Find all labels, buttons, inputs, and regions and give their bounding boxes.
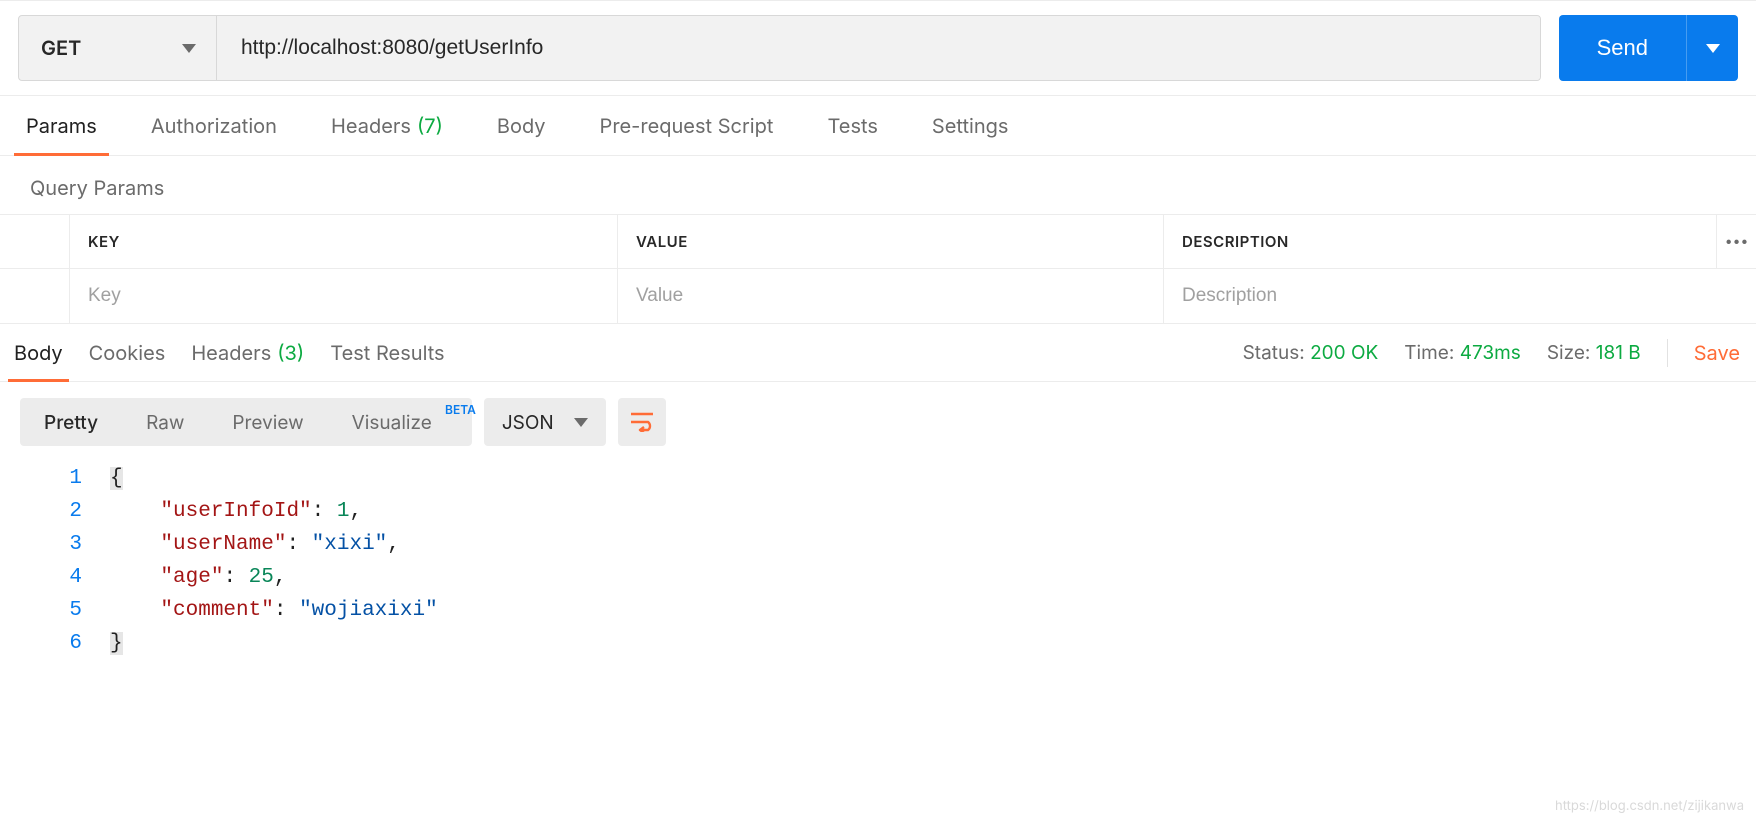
- line-number: 4: [0, 561, 82, 594]
- method-url-group: GET: [18, 15, 1541, 81]
- table-row: [0, 269, 1756, 323]
- response-body-code: { "userInfoId": 1, "userName": "xixi", "…: [110, 462, 1756, 660]
- param-description-input[interactable]: [1182, 285, 1738, 307]
- time-group: Time: 473ms: [1404, 341, 1521, 364]
- view-mode-pretty[interactable]: Pretty: [20, 398, 122, 446]
- response-tab-headers-count: (3): [277, 341, 304, 365]
- status-value: 200 OK: [1310, 341, 1378, 364]
- checkbox-cell: [0, 269, 70, 323]
- line-number-gutter: 1 2 3 4 5 6: [0, 462, 110, 660]
- tab-params[interactable]: Params: [26, 96, 97, 155]
- tab-headers[interactable]: Headers (7): [331, 96, 443, 155]
- request-tabs: Params Authorization Headers (7) Body Pr…: [0, 96, 1756, 156]
- view-mode-visualize-label: Visualize: [352, 411, 432, 434]
- request-bar: GET Send: [0, 0, 1756, 96]
- http-method-value: GET: [41, 36, 81, 60]
- size-label: Size:: [1547, 341, 1591, 364]
- checkbox-column-spacer: [0, 215, 70, 268]
- chevron-down-icon: [1706, 44, 1720, 53]
- query-params-title: Query Params: [0, 156, 1756, 214]
- param-key-input[interactable]: [88, 285, 599, 307]
- response-body-viewer[interactable]: 1 2 3 4 5 6 { "userInfoId": 1, "userName…: [0, 456, 1756, 666]
- line-number: 6: [0, 627, 82, 660]
- response-tab-test-results[interactable]: Test Results: [330, 324, 444, 381]
- tab-headers-count: (7): [417, 114, 443, 138]
- line-number: 2: [0, 495, 82, 528]
- column-header-value: VALUE: [618, 215, 1164, 268]
- status-group: Status: 200 OK: [1243, 341, 1379, 364]
- format-select[interactable]: JSON: [484, 398, 606, 446]
- response-tab-cookies[interactable]: Cookies: [89, 324, 166, 381]
- column-header-key: KEY: [70, 215, 618, 268]
- tab-authorization[interactable]: Authorization: [151, 96, 277, 155]
- http-method-select[interactable]: GET: [19, 16, 217, 80]
- response-bar: Body Cookies Headers (3) Test Results St…: [0, 324, 1756, 382]
- watermark: https://blog.csdn.net/zijikanwa: [1555, 798, 1744, 814]
- url-input[interactable]: [217, 16, 1540, 80]
- response-tab-headers-label: Headers: [191, 341, 271, 365]
- time-label: Time:: [1404, 341, 1454, 364]
- send-dropdown-button[interactable]: [1686, 15, 1738, 81]
- tab-pre-request-script[interactable]: Pre-request Script: [600, 96, 774, 155]
- wrap-lines-button[interactable]: [618, 398, 666, 446]
- chevron-down-icon: [574, 418, 588, 427]
- view-mode-preview[interactable]: Preview: [208, 398, 327, 446]
- view-mode-raw[interactable]: Raw: [122, 398, 208, 446]
- tab-body[interactable]: Body: [497, 96, 546, 155]
- response-meta: Status: 200 OK Time: 473ms Size: 181 B S…: [1243, 339, 1740, 367]
- size-value: 181 B: [1596, 341, 1641, 364]
- size-group: Size: 181 B: [1547, 341, 1641, 364]
- view-mode-group: Pretty Raw Preview Visualize BETA: [20, 398, 472, 446]
- wrap-lines-icon: [630, 412, 654, 432]
- beta-badge: BETA: [445, 402, 476, 417]
- format-select-value: JSON: [502, 411, 554, 434]
- param-value-input[interactable]: [636, 285, 1145, 307]
- chevron-down-icon: [182, 44, 196, 53]
- line-number: 5: [0, 594, 82, 627]
- time-value: 473ms: [1460, 341, 1521, 364]
- status-label: Status:: [1243, 341, 1305, 364]
- line-number: 3: [0, 528, 82, 561]
- save-response-button[interactable]: Save: [1694, 341, 1740, 365]
- tab-tests[interactable]: Tests: [827, 96, 877, 155]
- response-tab-body[interactable]: Body: [14, 324, 63, 381]
- response-tab-headers[interactable]: Headers (3): [191, 324, 304, 381]
- send-button[interactable]: Send: [1559, 15, 1686, 81]
- tab-settings[interactable]: Settings: [932, 96, 1009, 155]
- line-number: 1: [0, 462, 82, 495]
- view-mode-visualize[interactable]: Visualize BETA: [328, 398, 472, 446]
- table-header-row: KEY VALUE DESCRIPTION •••: [0, 215, 1756, 269]
- query-params-table: KEY VALUE DESCRIPTION •••: [0, 214, 1756, 324]
- send-button-group: Send: [1559, 15, 1738, 81]
- divider: [1667, 339, 1668, 367]
- response-format-bar: Pretty Raw Preview Visualize BETA JSON: [0, 382, 1756, 456]
- column-options-button[interactable]: •••: [1716, 215, 1756, 268]
- column-header-description: DESCRIPTION: [1164, 215, 1716, 268]
- tab-headers-label: Headers: [331, 114, 411, 138]
